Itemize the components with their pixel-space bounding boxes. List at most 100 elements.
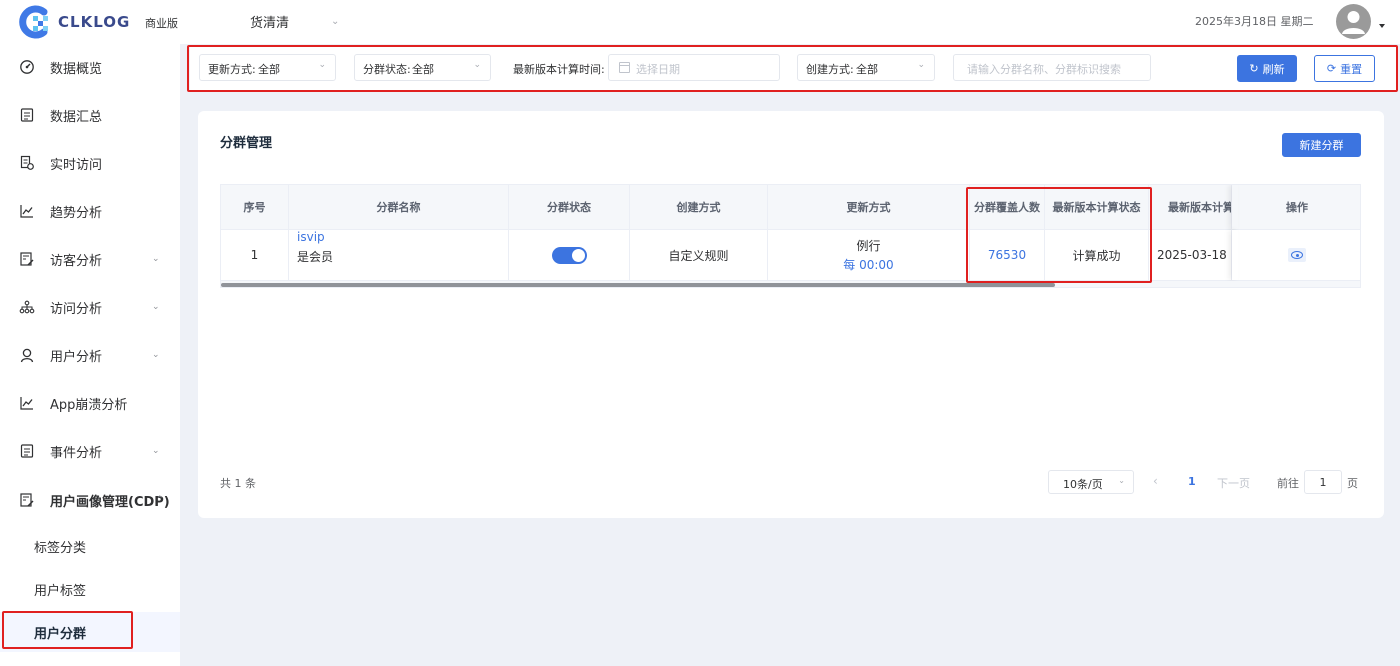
- sidebar-item-summary[interactable]: 数据汇总: [0, 95, 180, 135]
- table-header: 序号 分群名称 分群状态 创建方式 更新方式 分群覆盖人数 最新版本计算状态 最…: [221, 185, 1360, 230]
- sidebar-subitem-label: 用户标签: [34, 583, 87, 599]
- sidebar-item-event[interactable]: 事件分析 ⌄: [0, 431, 180, 471]
- actions-cell: [1232, 230, 1360, 280]
- page-size-value: 10条/页: [1063, 478, 1103, 491]
- column-header: 序号: [221, 185, 289, 229]
- calendar-icon: [619, 62, 630, 73]
- column-header: 创建方式: [630, 185, 768, 229]
- sidebar-item-label: 数据概览: [50, 61, 103, 77]
- visitor-icon: [20, 252, 34, 266]
- fixed-column-shadow: [1232, 185, 1238, 229]
- fixed-column-shadow: [1232, 230, 1238, 280]
- goto-page-input[interactable]: 1: [1304, 470, 1342, 494]
- logo-text: CLKLOG: [58, 13, 131, 31]
- refresh-icon: ↻: [1249, 62, 1259, 75]
- horizontal-scrollbar-thumb[interactable]: [221, 283, 1055, 287]
- user-icon: [20, 348, 34, 363]
- view-button[interactable]: [1288, 248, 1306, 262]
- column-header: 分群名称: [289, 185, 509, 229]
- sidebar-item-access[interactable]: 访问分析 ⌄: [0, 287, 180, 327]
- page-unit-label: 页: [1347, 477, 1358, 490]
- date-placeholder: 选择日期: [636, 63, 680, 76]
- prev-page-button[interactable]: ‹: [1153, 474, 1158, 488]
- update-mode-select[interactable]: 更新方式: 全部 ⌄: [199, 54, 336, 81]
- sidebar-item-label: 用户分析: [50, 349, 103, 365]
- sidebar-item-cdp[interactable]: 用户画像管理(CDP) ⌃: [0, 480, 180, 520]
- group-name-desc: 是会员: [297, 250, 334, 264]
- table-row[interactable]: 1 isvip 是会员 自定义规则 例行 每 00:00 76530 计算成功 …: [221, 230, 1360, 281]
- sidebar-subitem-label: 用户分群: [34, 626, 87, 642]
- calc-time-cell: 2025-03-18 00: [1149, 230, 1232, 280]
- filter-bar: 更新方式: 全部 ⌄ 分群状态: 全部 ⌄ 最新版本计算时间: 选择日期 创建方…: [190, 45, 1396, 91]
- sidebar-item-trend[interactable]: 趋势分析: [0, 191, 180, 231]
- chevron-down-icon: ⌄: [318, 60, 326, 70]
- user-avatar-icon: [1342, 11, 1365, 34]
- project-selector[interactable]: 货清清 ⌄: [250, 12, 339, 31]
- filter-label: 更新方式:: [208, 63, 256, 76]
- sidebar-item-label: 数据汇总: [50, 109, 103, 125]
- calc-date-picker[interactable]: 选择日期: [608, 54, 780, 81]
- trend-chart-icon: [20, 397, 33, 410]
- calc-time-label: 最新版本计算时间:: [513, 63, 605, 76]
- chevron-down-icon: ⌄: [917, 60, 925, 70]
- page-number-current[interactable]: 1: [1188, 475, 1196, 488]
- column-header: 更新方式: [768, 185, 970, 229]
- document-icon: [20, 108, 34, 122]
- project-name: 货清清: [250, 16, 290, 31]
- chevron-down-icon: ⌄: [152, 254, 160, 264]
- refresh-button[interactable]: ↻ 刷新: [1237, 55, 1297, 82]
- create-mode-select[interactable]: 创建方式: 全部 ⌄: [797, 54, 935, 81]
- sidebar-item-app-crash[interactable]: App崩溃分析: [0, 383, 180, 423]
- sidebar-item-user-analysis[interactable]: 用户分析 ⌄: [0, 335, 180, 375]
- filter-value: 全部: [856, 63, 878, 76]
- sidebar-item-label: App崩溃分析: [50, 397, 128, 413]
- caret-down-icon[interactable]: [1379, 24, 1385, 28]
- group-status-toggle[interactable]: [551, 246, 587, 264]
- chevron-down-icon: ⌄: [331, 16, 340, 27]
- chevron-down-icon: ⌄: [152, 446, 160, 456]
- sidebar-item-overview[interactable]: 数据概览: [0, 47, 180, 87]
- edition-label: 商业版: [145, 17, 178, 30]
- top-header: CLKLOG 商业版 货清清 ⌄ 2025年3月18日 星期二: [0, 0, 1400, 44]
- header-date: 2025年3月18日 星期二: [1195, 15, 1314, 28]
- create-mode-cell: 自定义规则: [630, 230, 768, 280]
- group-status-cell: [509, 230, 630, 280]
- group-management-card: 分群管理 新建分群 序号 分群名称 分群状态 创建方式 更新方式 分群覆盖人数 …: [198, 111, 1384, 518]
- realtime-icon: [20, 155, 34, 170]
- logo[interactable]: CLKLOG: [16, 3, 130, 41]
- filter-label: 创建方式:: [806, 63, 854, 76]
- next-page-button[interactable]: 下一页: [1217, 475, 1250, 491]
- visitor-icon: [20, 493, 34, 507]
- update-mode-cell: 例行 每 00:00: [768, 230, 970, 280]
- column-header: 分群覆盖人数: [970, 185, 1045, 229]
- dashboard-icon: [20, 60, 34, 74]
- chevron-down-icon: ⌄: [473, 60, 481, 70]
- page-size-select[interactable]: 10条/页 ⌄: [1048, 470, 1134, 494]
- page-title: 分群管理: [220, 136, 273, 151]
- group-status-select[interactable]: 分群状态: 全部 ⌄: [354, 54, 491, 81]
- sidebar-item-realtime[interactable]: 实时访问: [0, 143, 180, 183]
- document-icon: [20, 444, 34, 458]
- sidebar-subitem-user-tags[interactable]: 用户标签: [0, 569, 180, 609]
- sidebar-item-label: 访问分析: [50, 301, 103, 317]
- reset-label: 重置: [1340, 62, 1363, 76]
- eye-pupil: [1295, 253, 1299, 257]
- chevron-down-icon: ⌄: [1118, 476, 1125, 485]
- clklog-logo-icon: [19, 5, 48, 39]
- group-search-input[interactable]: 请输入分群名称、分群标识搜索: [953, 54, 1151, 81]
- sidebar-subitem-user-groups[interactable]: 用户分群: [0, 612, 180, 652]
- coverage-cell: 76530: [970, 230, 1045, 280]
- sidebar-item-label: 趋势分析: [50, 205, 103, 221]
- coverage-link[interactable]: 76530: [988, 248, 1026, 262]
- column-header: 最新版本计算状态: [1045, 185, 1149, 229]
- total-count: 共 1 条: [220, 477, 256, 490]
- avatar[interactable]: [1336, 4, 1371, 39]
- search-placeholder: 请输入分群名称、分群标识搜索: [967, 63, 1121, 76]
- reset-button[interactable]: ⟳ 重置: [1314, 55, 1375, 82]
- group-name-link[interactable]: isvip: [297, 230, 325, 244]
- sidebar-subitem-tag-category[interactable]: 标签分类: [0, 526, 180, 566]
- new-group-button[interactable]: 新建分群: [1282, 133, 1361, 157]
- sidebar-item-visitor[interactable]: 访客分析 ⌄: [0, 239, 180, 279]
- sidebar-subitem-label: 标签分类: [34, 540, 87, 556]
- trend-chart-icon: [20, 205, 33, 218]
